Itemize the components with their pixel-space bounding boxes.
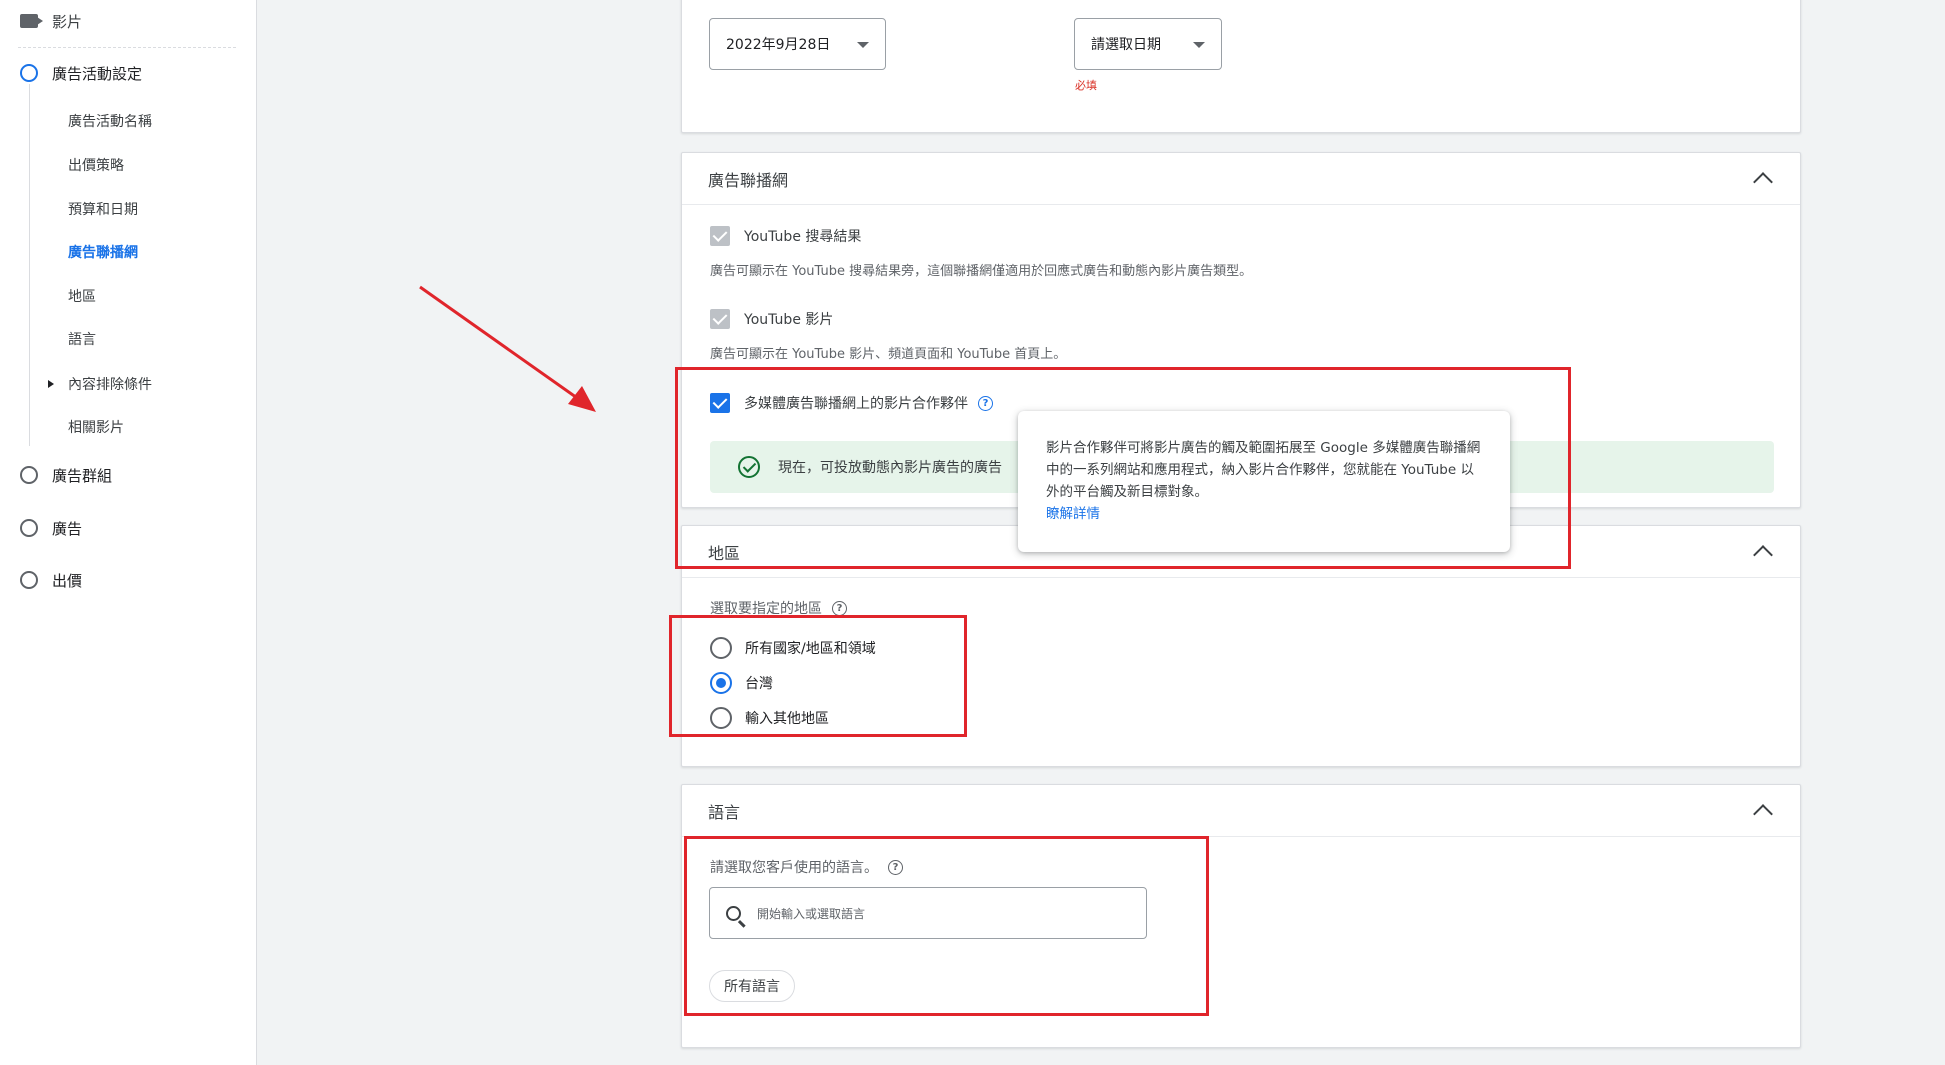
annotation-arrow	[419, 285, 596, 412]
